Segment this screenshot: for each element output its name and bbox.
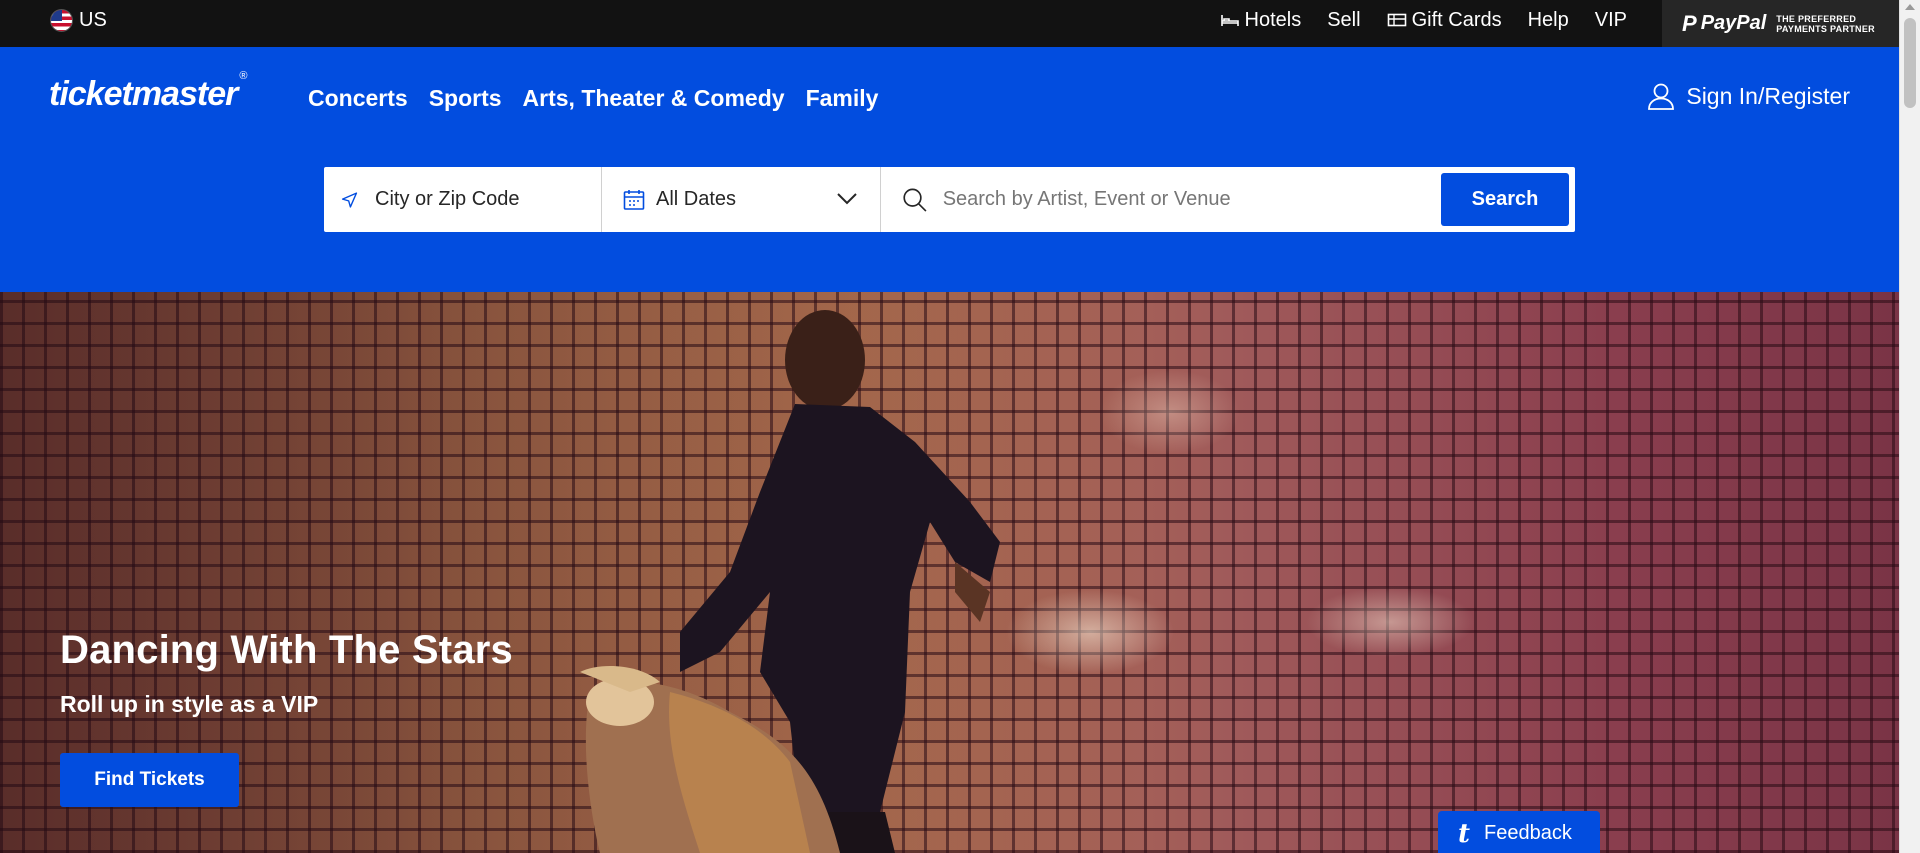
nav-concerts[interactable]: Concerts: [308, 85, 408, 112]
utility-links: Hotels Sell Gift Cards Help VIP: [1220, 0, 1627, 40]
us-flag-icon: [50, 8, 73, 32]
sign-in-label: Sign In/Register: [1686, 82, 1850, 109]
locale-selector[interactable]: US: [50, 0, 107, 40]
feedback-button[interactable]: t Feedback: [1438, 811, 1600, 853]
utility-bar: US Hotels Sell Gift Cards Help VIP P Pay…: [0, 0, 1899, 47]
calendar-icon: [623, 189, 645, 210]
hotels-label: Hotels: [1244, 8, 1302, 31]
nav-family[interactable]: Family: [806, 85, 879, 112]
main-header: ticketmaster ® Concerts Sports Arts, Thea…: [0, 47, 1899, 292]
paypal-tagline: THE PREFERRED PAYMENTS PARTNER: [1776, 14, 1875, 34]
hero-banner[interactable]: Dancing With The Stars Roll up in style …: [0, 292, 1899, 853]
sell-link[interactable]: Sell: [1327, 9, 1360, 32]
date-value: All Dates: [656, 188, 737, 210]
sign-in-register[interactable]: Sign In/Register: [1646, 81, 1850, 111]
paypal-tagline-line-1: THE PREFERRED: [1776, 13, 1857, 24]
hero-subtitle: Roll up in style as a VIP: [60, 691, 319, 717]
paypal-logo: P PayPal: [1682, 11, 1766, 37]
dancers-image: [580, 310, 1000, 853]
feedback-icon: t: [1458, 818, 1471, 849]
feedback-label: Feedback: [1484, 822, 1572, 844]
ticketmaster-logo[interactable]: ticketmaster ®: [49, 70, 247, 114]
registered-mark: ®: [239, 69, 247, 82]
paypal-partner-badge[interactable]: P PayPal THE PREFERRED PAYMENTS PARTNER: [1662, 0, 1899, 47]
find-tickets-button[interactable]: Find Tickets: [60, 753, 239, 807]
paypal-tagline-line-2: PAYMENTS PARTNER: [1776, 23, 1875, 34]
query-field[interactable]: [881, 167, 1441, 232]
search-button[interactable]: Search: [1441, 173, 1569, 226]
help-link[interactable]: Help: [1528, 9, 1569, 32]
scroll-up-arrow-icon[interactable]: [1905, 4, 1915, 10]
page-scrollbar[interactable]: [1899, 0, 1920, 853]
bed-icon: [1220, 15, 1239, 26]
location-arrow-icon: [341, 191, 358, 208]
paypal-icon: P: [1682, 10, 1697, 36]
hero-text: Dancing With The Stars Roll up in style …: [60, 628, 513, 718]
nav-sports[interactable]: Sports: [429, 85, 502, 112]
locale-label: US: [79, 8, 107, 31]
chevron-down-icon: [837, 193, 857, 205]
gift-cards-label: Gift Cards: [1411, 8, 1502, 31]
scrollbar-thumb[interactable]: [1904, 18, 1916, 108]
hotels-link[interactable]: Hotels: [1220, 8, 1302, 32]
vip-link[interactable]: VIP: [1595, 9, 1627, 32]
user-icon: [1648, 83, 1675, 110]
gift-cards-link[interactable]: Gift Cards: [1387, 9, 1502, 32]
main-nav: Concerts Sports Arts, Theater & Comedy F…: [308, 85, 878, 112]
nav-arts-theater-comedy[interactable]: Arts, Theater & Comedy: [523, 85, 785, 112]
search-input[interactable]: [942, 188, 1441, 211]
hero-title: Dancing With The Stars: [60, 628, 513, 672]
search-icon: [903, 188, 927, 212]
location-field[interactable]: [324, 167, 602, 232]
paypal-logo-text: PayPal: [1700, 12, 1767, 34]
logo-text: ticketmaster: [49, 75, 238, 113]
gift-card-icon: [1387, 13, 1406, 27]
date-selector[interactable]: All Dates: [602, 167, 881, 232]
search-bar: All Dates Search: [324, 167, 1575, 232]
location-input[interactable]: [375, 188, 601, 211]
